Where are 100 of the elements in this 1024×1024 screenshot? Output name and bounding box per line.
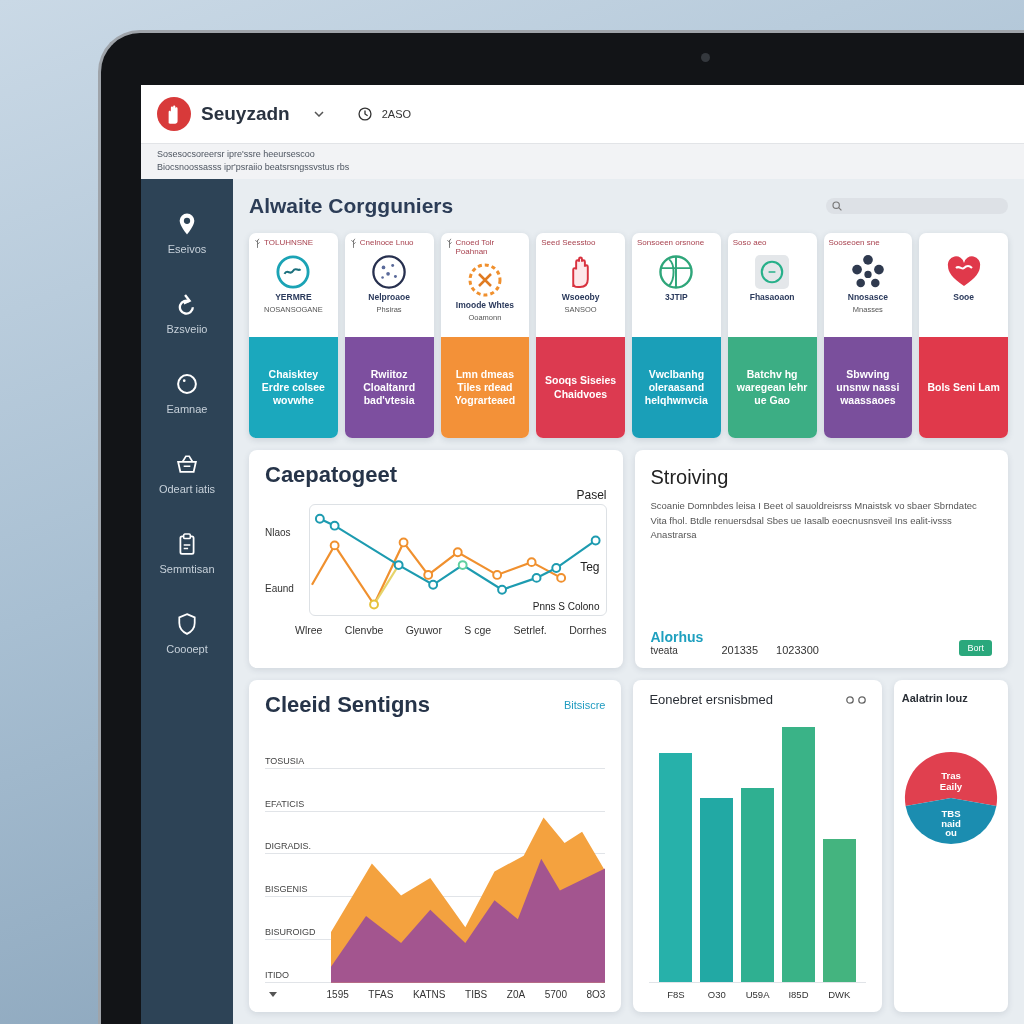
circle-icon <box>177 373 197 395</box>
axis-label: Wlree <box>295 624 323 637</box>
status-text: 2ASO <box>381 108 412 120</box>
axis-label: EFATICIS <box>265 798 305 809</box>
pin-icon <box>177 213 197 235</box>
data-point <box>428 579 439 590</box>
card-header: Sooseoen sne <box>828 238 880 248</box>
axis-label: Setrlef. <box>513 624 547 637</box>
panel-title: Caepatogeet <box>265 462 399 488</box>
legend-label: Pnns S Colono <box>532 601 600 613</box>
panel-title: Cleeid Sentigns <box>265 692 431 718</box>
card-banner: Sooqs Siseies Chaidvoes <box>536 337 625 438</box>
notice-text: Sosesocsoreersr ipre'ssre heeursescoo <box>157 149 315 159</box>
axis-label: U59A <box>744 989 771 1000</box>
series-label: Teg <box>580 560 600 575</box>
card-header: Soso aeo <box>732 238 767 248</box>
card-caption: YERMRE <box>275 292 312 302</box>
clipboard-icon <box>177 533 197 555</box>
axis-label: 1595 <box>326 989 349 1000</box>
axis-label: S cge <box>464 624 492 637</box>
axis-label: Dorrhes <box>569 624 607 637</box>
search-field[interactable] <box>826 198 1008 214</box>
slice-label: Eaily <box>939 781 963 793</box>
dotted-circle-icon <box>372 255 407 289</box>
slice-label: Tras <box>941 769 961 781</box>
axis-label: Gyuwor <box>405 624 442 637</box>
panel-title: Stroiving <box>650 466 730 489</box>
dashed-ring-icon <box>467 263 502 298</box>
search-icon <box>832 201 842 211</box>
data-point <box>398 537 409 548</box>
card-banner: Vwclbanhg oleraasand helqhwnvcia <box>632 337 721 438</box>
options-icon[interactable] <box>845 695 866 704</box>
data-point <box>497 584 507 595</box>
sidebar-item[interactable]: Eamnae <box>166 373 208 415</box>
data-point <box>393 560 404 570</box>
axis-label: I85D <box>787 989 810 1000</box>
axis-label: 8O3 <box>586 989 606 1000</box>
data-point <box>492 570 503 580</box>
stat-note: tveata <box>650 645 678 656</box>
caret-icon[interactable] <box>269 992 277 997</box>
axis-label: DWK <box>827 989 852 1000</box>
axis-label: TIBS <box>465 989 488 1000</box>
data-point <box>329 540 340 551</box>
ring-icon <box>755 255 790 289</box>
sidebar-item[interactable]: Semmtisan <box>159 533 215 575</box>
card-caption: Nelproaoe <box>368 292 410 302</box>
card-caption: Wsoeoby <box>561 292 600 302</box>
panel-title: Aalatrin louz <box>901 692 968 704</box>
legend-label: Pasel <box>576 488 607 502</box>
axis-label: TFAS <box>368 989 394 1000</box>
card-banner: Chaisktey Erdre colsee wovwhe <box>249 337 338 438</box>
data-point <box>314 513 325 524</box>
heart-icon <box>946 255 981 289</box>
ring-icon <box>276 255 311 289</box>
sidebar-item[interactable]: Odeart iatis <box>158 453 216 495</box>
slice-label: ou <box>945 827 957 839</box>
camera-icon <box>701 53 710 62</box>
card-header: Seed Seesstoo <box>541 238 596 248</box>
app-title: Seuyzadn <box>201 103 290 125</box>
sidebar-item[interactable]: Coooept <box>166 613 208 655</box>
data-point <box>329 520 340 531</box>
dots-icon <box>850 255 885 289</box>
card-caption: Imoode Whtes <box>455 300 514 311</box>
card-caption: Sooe <box>953 292 974 302</box>
chevron-down-icon[interactable] <box>313 111 324 117</box>
card-header: TOLUHNSNE <box>264 238 314 248</box>
axis-label: ITIDO <box>265 969 289 980</box>
card-caption: 3JTIP <box>665 292 688 302</box>
card-header: Cnelnoce Lnuo <box>359 238 414 248</box>
logo-icon <box>157 97 191 131</box>
slice-label: naid <box>941 817 961 829</box>
card-banner: Rwiitoz Cloaltanrd bad'vtesia <box>344 337 434 438</box>
card-caption: Fhasaoaon <box>749 292 795 302</box>
stat-value: 1023300 <box>776 644 819 656</box>
summary-text: Scoanie Domnbdes leisa I Beet ol sauoldreisrss Mnaistsk vo sbaer Sbrndatec Vita fhol. Btdle renuersdsal Sbes ue Iasalb eoecnusnsveil Ins ealit-ivsss Anastrarsa <box>650 499 978 543</box>
data-point <box>590 535 601 546</box>
axis-label: BISGENIS <box>265 884 308 895</box>
axis-label: BISUROIGD <box>265 927 316 938</box>
card-header: Cnoed Tolr Poahnan <box>455 238 496 257</box>
shield-icon <box>177 613 197 635</box>
panel-title: Eonebret ersnisbmed <box>649 692 774 707</box>
stat-label: Alorhus <box>650 629 704 645</box>
card-caption: Nnosasce <box>847 292 888 302</box>
axis-label: F8S <box>666 989 686 1000</box>
axis-label: Nlaos <box>265 526 291 538</box>
slice-label: TBS <box>941 808 961 820</box>
axis-label: 5700 <box>544 989 567 1000</box>
axis-label: KATNS <box>412 989 446 1000</box>
sidebar-item[interactable]: Eseivos <box>167 213 207 255</box>
sprig-icon <box>445 238 453 248</box>
data-point <box>457 560 468 570</box>
axis-label: TOSUSIA <box>265 755 305 766</box>
notice-text: Biocsnoossasss ipr'psraiio beatsrsngssvstus rbs <box>157 162 350 172</box>
stat-value: 201335 <box>721 644 759 656</box>
refresh-icon <box>177 293 197 315</box>
data-point <box>452 547 463 558</box>
basket-icon <box>177 453 197 475</box>
axis-label: O30 <box>706 989 727 1000</box>
card-header: Sonsoeen orsnone <box>637 238 705 248</box>
sidebar-item[interactable]: Bzsveiio <box>166 293 208 335</box>
